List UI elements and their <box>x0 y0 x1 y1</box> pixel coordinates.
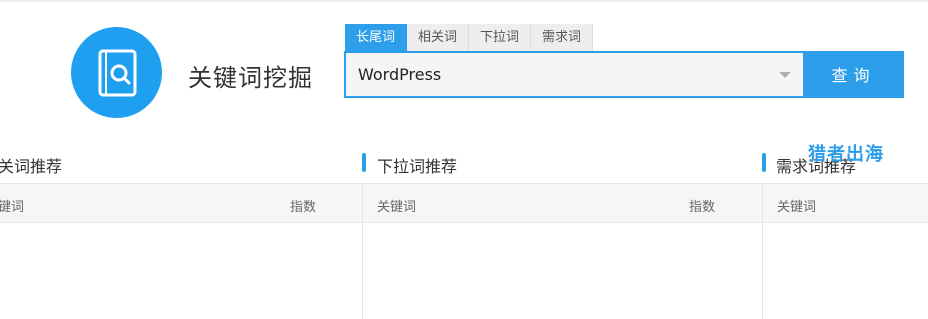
column-divider <box>362 183 363 319</box>
column-keyword: 键词 <box>0 200 25 215</box>
tab-demand[interactable]: 需求词 <box>531 24 594 51</box>
watermark: 猎者出海 <box>808 144 884 165</box>
search-input[interactable] <box>358 53 758 96</box>
top-divider <box>0 0 928 2</box>
search-type-tabs: 长尾词 相关词 下拉词 需求词 <box>345 24 594 51</box>
table-header-related: 键词 指数 <box>0 183 363 223</box>
tool-title: 关键词挖掘 <box>188 64 313 92</box>
section-title-related: 关词推荐 <box>0 157 63 176</box>
section-marker <box>362 153 366 172</box>
column-index: 指数 <box>689 200 716 215</box>
column-keyword: 关键词 <box>377 200 417 215</box>
tab-related[interactable]: 相关词 <box>407 24 470 51</box>
table-header-dropdown: 关键词 指数 <box>363 183 763 223</box>
column-index: 指数 <box>290 200 317 215</box>
book-search-icon <box>98 49 137 97</box>
section-title-dropdown: 下拉词推荐 <box>377 157 458 176</box>
column-divider <box>762 183 763 319</box>
tool-logo <box>71 27 162 118</box>
search-box <box>344 51 803 98</box>
dropdown-arrow-icon[interactable] <box>779 72 791 78</box>
tab-long-tail[interactable]: 长尾词 <box>345 24 408 51</box>
tab-dropdown[interactable]: 下拉词 <box>469 24 532 51</box>
search-button[interactable]: 查询 <box>803 51 904 98</box>
table-header-demand: 关键词 <box>763 183 928 223</box>
section-marker <box>762 153 766 172</box>
column-keyword: 关键词 <box>777 200 817 215</box>
